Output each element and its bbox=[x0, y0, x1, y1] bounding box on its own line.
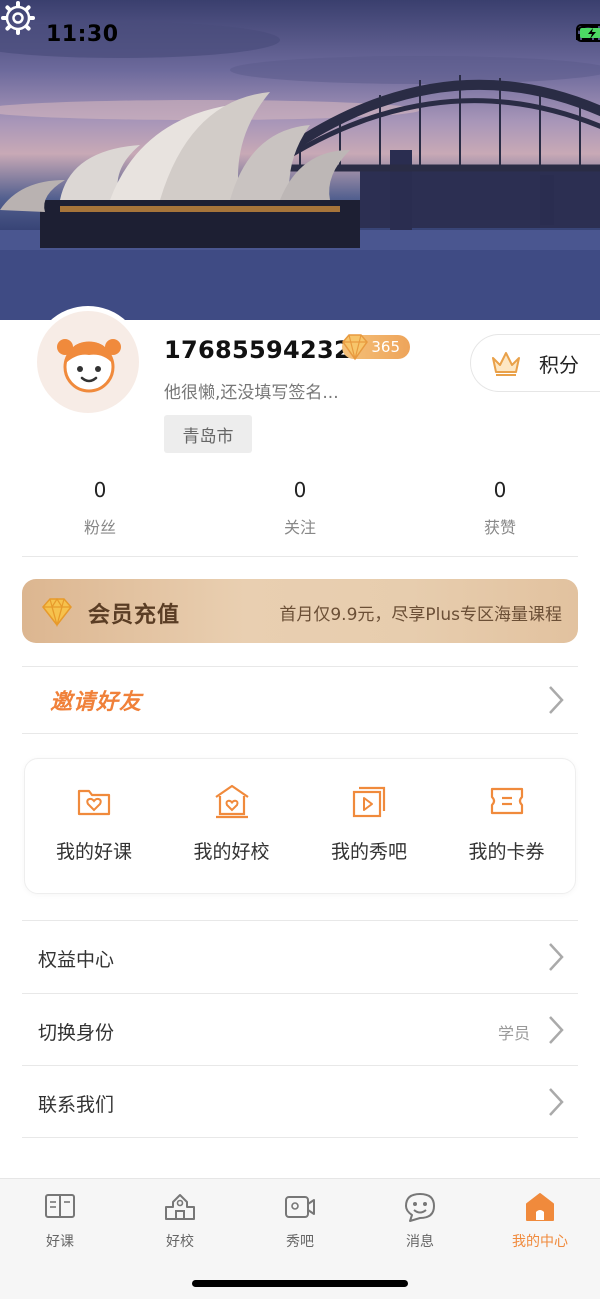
quick-links-grid: 我的好课 我的好校 我的秀吧 我的卡券 bbox=[24, 758, 576, 894]
stat-label: 粉丝 bbox=[83, 518, 116, 537]
divider bbox=[22, 1137, 578, 1138]
tab-label: 消息 bbox=[406, 1234, 434, 1250]
battery-icon bbox=[576, 24, 600, 42]
tab-messages[interactable]: 消息 bbox=[360, 1179, 480, 1259]
tab-label: 好校 bbox=[166, 1234, 194, 1250]
invite-label: 邀请好友 bbox=[50, 690, 143, 715]
quick-link-my-schools[interactable]: 我的好校 bbox=[163, 759, 301, 893]
menu-item-label: 切换身份 bbox=[38, 1022, 115, 1044]
menu-item-label: 联系我们 bbox=[38, 1094, 115, 1116]
book-icon bbox=[45, 1194, 75, 1218]
quick-link-label: 我的卡券 bbox=[468, 841, 545, 863]
status-bar: 11:30 bbox=[0, 0, 600, 72]
chevron-right-icon bbox=[549, 686, 564, 714]
menu-item-value: 学员 bbox=[497, 1024, 530, 1043]
video-play-icon bbox=[352, 786, 386, 818]
member-desc: 首月仅9.9元，尽享Plus专区海量课程 bbox=[279, 605, 562, 625]
quick-link-my-coupons[interactable]: 我的卡券 bbox=[438, 759, 576, 893]
diamond-icon bbox=[42, 597, 72, 627]
invite-friends-row[interactable]: 邀请好友 bbox=[22, 667, 578, 733]
tab-shows[interactable]: 秀吧 bbox=[240, 1179, 360, 1259]
quick-link-my-shows[interactable]: 我的秀吧 bbox=[300, 759, 438, 893]
stat-value: 0 bbox=[493, 478, 507, 502]
menu-item-label: 权益中心 bbox=[38, 949, 115, 971]
username-phone: 17685594232 bbox=[164, 336, 351, 364]
school-icon bbox=[165, 1194, 195, 1220]
quick-link-label: 我的好校 bbox=[193, 841, 270, 863]
message-icon bbox=[405, 1193, 435, 1222]
points-button[interactable]: 积分 bbox=[470, 334, 600, 392]
stats-row: 0 粉丝 0 关注 0 获赞 bbox=[0, 478, 600, 538]
avatar[interactable] bbox=[32, 306, 144, 418]
stat-value: 0 bbox=[93, 478, 107, 502]
member-title: 会员充值 bbox=[88, 603, 181, 628]
vip-level-badge[interactable]: 365 bbox=[342, 334, 410, 361]
school-heart-icon bbox=[214, 784, 249, 819]
header-banner: 11:30 bbox=[0, 0, 600, 320]
stat-label: 获赞 bbox=[483, 518, 516, 537]
settings-gear-icon[interactable] bbox=[0, 0, 36, 36]
diamond-icon bbox=[342, 334, 368, 361]
stat-label: 关注 bbox=[283, 518, 316, 537]
signature-text: 他很懒,还没填写签名... bbox=[164, 383, 339, 403]
tab-my-center[interactable]: 我的中心 bbox=[480, 1179, 600, 1259]
coupon-icon bbox=[490, 787, 523, 815]
stat-value: 0 bbox=[293, 478, 307, 502]
quick-link-my-courses[interactable]: 我的好课 bbox=[25, 759, 163, 893]
tab-courses[interactable]: 好课 bbox=[0, 1179, 120, 1259]
video-icon bbox=[285, 1196, 315, 1218]
menu-item-benefits-center[interactable]: 权益中心 bbox=[22, 921, 578, 993]
stat-fans[interactable]: 0 粉丝 bbox=[0, 478, 200, 538]
divider bbox=[22, 733, 578, 734]
tab-label: 好课 bbox=[46, 1234, 74, 1250]
tab-label: 我的中心 bbox=[512, 1234, 568, 1250]
stat-likes[interactable]: 0 获赞 bbox=[400, 478, 600, 538]
divider bbox=[22, 556, 578, 557]
city-tag: 青岛市 bbox=[164, 415, 252, 453]
tab-label: 秀吧 bbox=[286, 1234, 314, 1250]
vip-level-value: 365 bbox=[371, 338, 400, 356]
chevron-right-icon bbox=[549, 943, 564, 971]
status-time: 11:30 bbox=[46, 22, 119, 47]
quick-link-label: 我的秀吧 bbox=[330, 841, 407, 863]
chevron-right-icon bbox=[549, 1016, 564, 1044]
chevron-right-icon bbox=[549, 1088, 564, 1116]
folder-heart-icon bbox=[77, 789, 111, 816]
home-indicator bbox=[192, 1280, 408, 1287]
menu-item-contact-us[interactable]: 联系我们 bbox=[22, 1066, 578, 1138]
tab-schools[interactable]: 好校 bbox=[120, 1179, 240, 1259]
points-label: 积分 bbox=[539, 352, 579, 377]
home-icon bbox=[526, 1193, 554, 1221]
girl-avatar-icon bbox=[57, 339, 121, 393]
member-recharge-banner[interactable]: 会员充值 首月仅9.9元，尽享Plus专区海量课程 bbox=[22, 579, 578, 643]
crown-icon bbox=[492, 352, 520, 376]
stat-following[interactable]: 0 关注 bbox=[200, 478, 400, 538]
menu-item-switch-identity[interactable]: 切换身份 学员 bbox=[22, 994, 578, 1066]
quick-link-label: 我的好课 bbox=[55, 841, 132, 863]
